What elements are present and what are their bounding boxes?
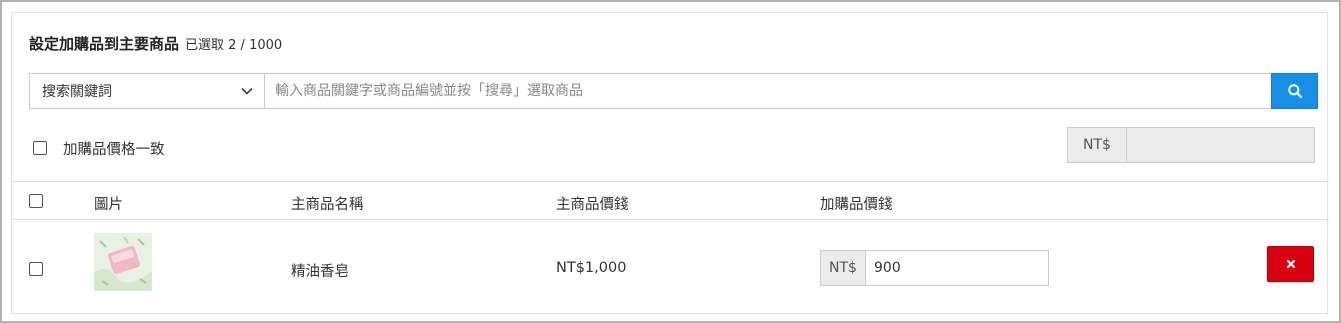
row-checkbox[interactable] (29, 262, 43, 276)
table-header-divider (12, 219, 1329, 220)
selection-count: 已選取 2 / 1000 (185, 38, 283, 53)
consistent-price-input (1127, 127, 1315, 163)
product-name: 精油香皂 (291, 264, 349, 280)
chevron-down-icon (241, 87, 253, 95)
delete-row-button[interactable] (1267, 246, 1314, 282)
select-all-checkbox[interactable] (29, 194, 43, 208)
column-header-main-price: 主商品價錢 (556, 197, 629, 213)
search-button[interactable] (1271, 73, 1318, 109)
addon-price-input[interactable] (866, 250, 1049, 286)
search-input[interactable] (265, 73, 1271, 109)
table-divider (12, 181, 1329, 182)
close-icon (1286, 259, 1295, 269)
column-header-addon-price: 加購品價錢 (820, 197, 893, 213)
consistent-price-group: NT$ (1067, 127, 1315, 163)
consistent-price-checkbox[interactable] (33, 141, 47, 155)
search-bar: 搜索關鍵詞 (29, 73, 1318, 109)
panel-header: 設定加購品到主要商品 已選取 2 / 1000 (29, 33, 282, 55)
addon-product-panel: 設定加購品到主要商品 已選取 2 / 1000 搜索關鍵詞 加購品價格一致 (11, 12, 1329, 314)
search-type-label: 搜索關鍵詞 (42, 84, 112, 100)
page-title: 設定加購品到主要商品 (29, 35, 180, 53)
currency-addon: NT$ (1067, 127, 1127, 163)
search-icon (1287, 84, 1302, 99)
addon-price-group: NT$ (820, 250, 1049, 286)
consistent-price-option: 加購品價格一致 (33, 133, 165, 163)
window-frame: 設定加購品到主要商品 已選取 2 / 1000 搜索關鍵詞 加購品價格一致 (0, 0, 1341, 323)
product-image (94, 233, 152, 291)
consistent-price-label: 加購品價格一致 (63, 141, 165, 158)
search-type-select[interactable]: 搜索關鍵詞 (29, 73, 265, 109)
column-header-product-name: 主商品名稱 (291, 197, 364, 213)
column-header-image: 圖片 (94, 197, 123, 213)
currency-addon: NT$ (820, 250, 866, 286)
main-price: NT$1,000 (556, 260, 627, 276)
